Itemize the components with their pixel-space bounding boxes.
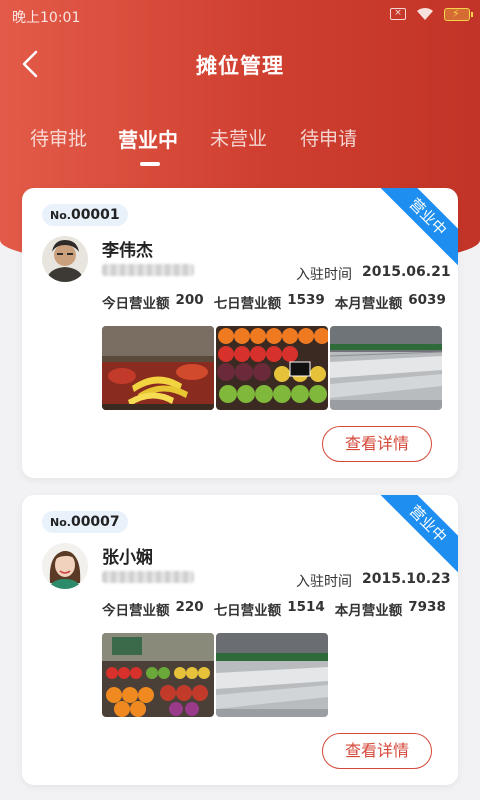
sales-summary: 今日营业额 200 七日营业额 1539 本月营业额 6039: [102, 292, 458, 312]
stall-photo-market-hall[interactable]: [216, 633, 328, 717]
phone-number-blurred: [102, 264, 194, 276]
join-time-label: 入驻时间: [296, 574, 352, 590]
tab-bar: 待审批 营业中 未营业 待申请: [0, 118, 480, 168]
tab-to-apply[interactable]: 待申请: [300, 124, 357, 151]
stall-number-prefix: No.: [50, 516, 71, 529]
avatar: [42, 543, 88, 589]
stall-number: 00007: [70, 514, 120, 530]
tab-pending-approval[interactable]: 待审批: [30, 124, 87, 151]
status-ribbon: 营业中: [376, 495, 458, 576]
stall-number: 00001: [70, 207, 120, 223]
active-tab-indicator: [140, 162, 160, 166]
status-icons: × ⚡: [390, 7, 473, 21]
tab-closed[interactable]: 未营业: [210, 124, 267, 151]
stall-photos: [102, 633, 328, 717]
page-title: 摊位管理: [196, 54, 284, 78]
seven-day-sales-label: 七日营业额: [213, 603, 282, 619]
owner-name: 李伟杰: [102, 241, 153, 261]
seven-day-sales-value: 1514: [287, 599, 325, 615]
stall-number-prefix: No.: [50, 209, 71, 222]
stall-photo-produce[interactable]: [102, 633, 214, 717]
month-sales-value: 6039: [408, 292, 446, 308]
stall-photo-market-hall[interactable]: [330, 326, 442, 410]
join-date: 2015.06.21: [362, 264, 451, 280]
join-date: 2015.10.23: [362, 571, 451, 587]
today-sales-value: 220: [175, 599, 204, 615]
phone-number-blurred: [102, 571, 194, 583]
stall-card[interactable]: 营业中 No.00007 张小娴 入驻时间 2015.10.23 今日营业额 2…: [22, 495, 458, 785]
status-bar: 晚上10:01 × ⚡: [0, 0, 480, 32]
battery-icon: ⚡: [444, 7, 473, 21]
month-sales-label: 本月营业额: [334, 603, 403, 619]
sales-summary: 今日营业额 220 七日营业额 1514 本月营业额 7938: [102, 599, 458, 619]
seven-day-sales-value: 1539: [287, 292, 325, 308]
stall-photo-fruits[interactable]: [216, 326, 328, 410]
wifi-icon: [416, 7, 434, 21]
status-ribbon: 营业中: [376, 188, 458, 269]
today-sales-label: 今日营业额: [102, 296, 170, 312]
seven-day-sales-label: 七日营业额: [213, 296, 282, 312]
today-sales-value: 200: [175, 292, 204, 308]
today-sales-label: 今日营业额: [102, 603, 170, 619]
stall-photo-bananas[interactable]: [102, 326, 214, 410]
avatar: [42, 236, 88, 282]
stall-card[interactable]: 营业中 No.00001 李伟杰 入驻时间 2015.06.21 今日营业额 2…: [22, 188, 458, 478]
join-time-label: 入驻时间: [296, 267, 352, 283]
stall-number-badge: No.00001: [42, 204, 128, 226]
owner-name: 张小娴: [102, 548, 153, 568]
status-time: 晚上10:01: [12, 10, 81, 26]
stall-photos: [102, 326, 442, 410]
stall-number-badge: No.00007: [42, 511, 128, 533]
tab-open[interactable]: 营业中: [118, 124, 178, 153]
month-sales-value: 7938: [408, 599, 446, 615]
view-details-button[interactable]: 查看详情: [322, 733, 432, 769]
month-sales-label: 本月营业额: [334, 296, 403, 312]
no-sim-icon: ×: [390, 8, 406, 20]
view-details-button[interactable]: 查看详情: [322, 426, 432, 462]
